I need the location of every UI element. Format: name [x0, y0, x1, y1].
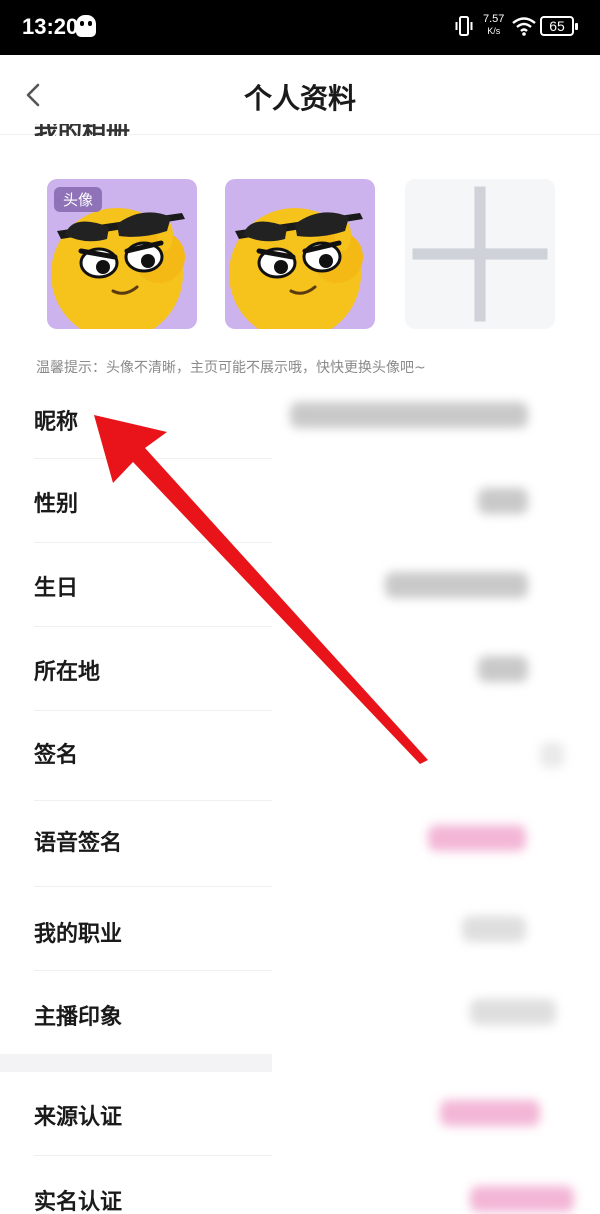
photos-section-title-text: 我的相册	[34, 124, 144, 136]
blurred-value	[290, 402, 528, 428]
blurred-value	[428, 825, 526, 851]
field-row-real-name-verification[interactable]: 实名认证	[34, 1184, 274, 1214]
field-label: 我的职业	[34, 922, 123, 947]
field-row-source-verification[interactable]: 来源认证	[34, 1099, 274, 1155]
divider	[34, 800, 272, 801]
field-row-voice-signature[interactable]: 语音签名	[34, 825, 274, 881]
field-label: 签名	[34, 743, 79, 768]
blurred-value	[540, 742, 564, 768]
page-title: 个人资料	[243, 82, 356, 115]
blurred-value	[478, 488, 528, 514]
blurred-value	[470, 999, 556, 1025]
field-label: 昵称	[34, 410, 79, 435]
blurred-value	[470, 1186, 574, 1212]
field-label: 语音签名	[34, 831, 123, 856]
divider	[34, 542, 272, 543]
avatar-tip: 温馨提示：头像不清晰，主页可能不展示哦，快快更换头像吧~	[36, 360, 426, 376]
divider	[34, 710, 272, 711]
photo-item[interactable]	[225, 179, 375, 329]
field-row-location[interactable]: 所在地	[34, 654, 274, 710]
network-speed-value: 7.57	[483, 13, 505, 25]
network-speed: 7.57 K/s	[483, 13, 504, 37]
field-row-gender[interactable]: 性别	[34, 486, 274, 542]
field-row-occupation[interactable]: 我的职业	[34, 916, 274, 972]
field-label: 来源认证	[34, 1105, 123, 1130]
divider	[34, 458, 272, 459]
field-row-nickname[interactable]: 昵称	[34, 402, 274, 458]
qq-notification-icon	[76, 15, 96, 37]
photos-section-title: 我的相册	[34, 124, 144, 136]
divider	[34, 886, 272, 887]
field-label: 生日	[34, 576, 79, 601]
section-separator	[0, 1054, 272, 1072]
field-row-signature[interactable]: 签名	[34, 737, 274, 793]
add-photo-button[interactable]	[405, 179, 555, 329]
blurred-value	[385, 572, 528, 598]
field-row-host-impression[interactable]: 主播印象	[34, 999, 274, 1055]
divider	[34, 626, 272, 627]
field-label: 主播印象	[34, 1005, 123, 1030]
vibrate-icon	[455, 16, 473, 36]
wifi-icon	[512, 17, 536, 36]
divider	[34, 1155, 272, 1156]
status-time: 13:20	[22, 14, 79, 39]
blurred-value	[462, 916, 526, 942]
nav-header: 个人资料	[0, 55, 600, 135]
mascot-image	[229, 208, 363, 329]
avatar-tag: 头像	[54, 187, 103, 212]
blurred-value	[478, 656, 528, 682]
field-label: 性别	[34, 492, 79, 517]
divider	[34, 970, 272, 971]
battery-icon: 65	[540, 16, 578, 36]
field-label: 实名认证	[34, 1190, 123, 1214]
blurred-value	[440, 1100, 540, 1126]
network-speed-unit: K/s	[487, 26, 501, 36]
status-bar: 13:20 7.57 K/s 65	[0, 0, 600, 55]
photo-avatar[interactable]: 头像	[47, 179, 197, 329]
field-label: 所在地	[34, 660, 101, 685]
plus-icon	[412, 186, 548, 322]
field-row-birthday[interactable]: 生日	[34, 570, 274, 626]
